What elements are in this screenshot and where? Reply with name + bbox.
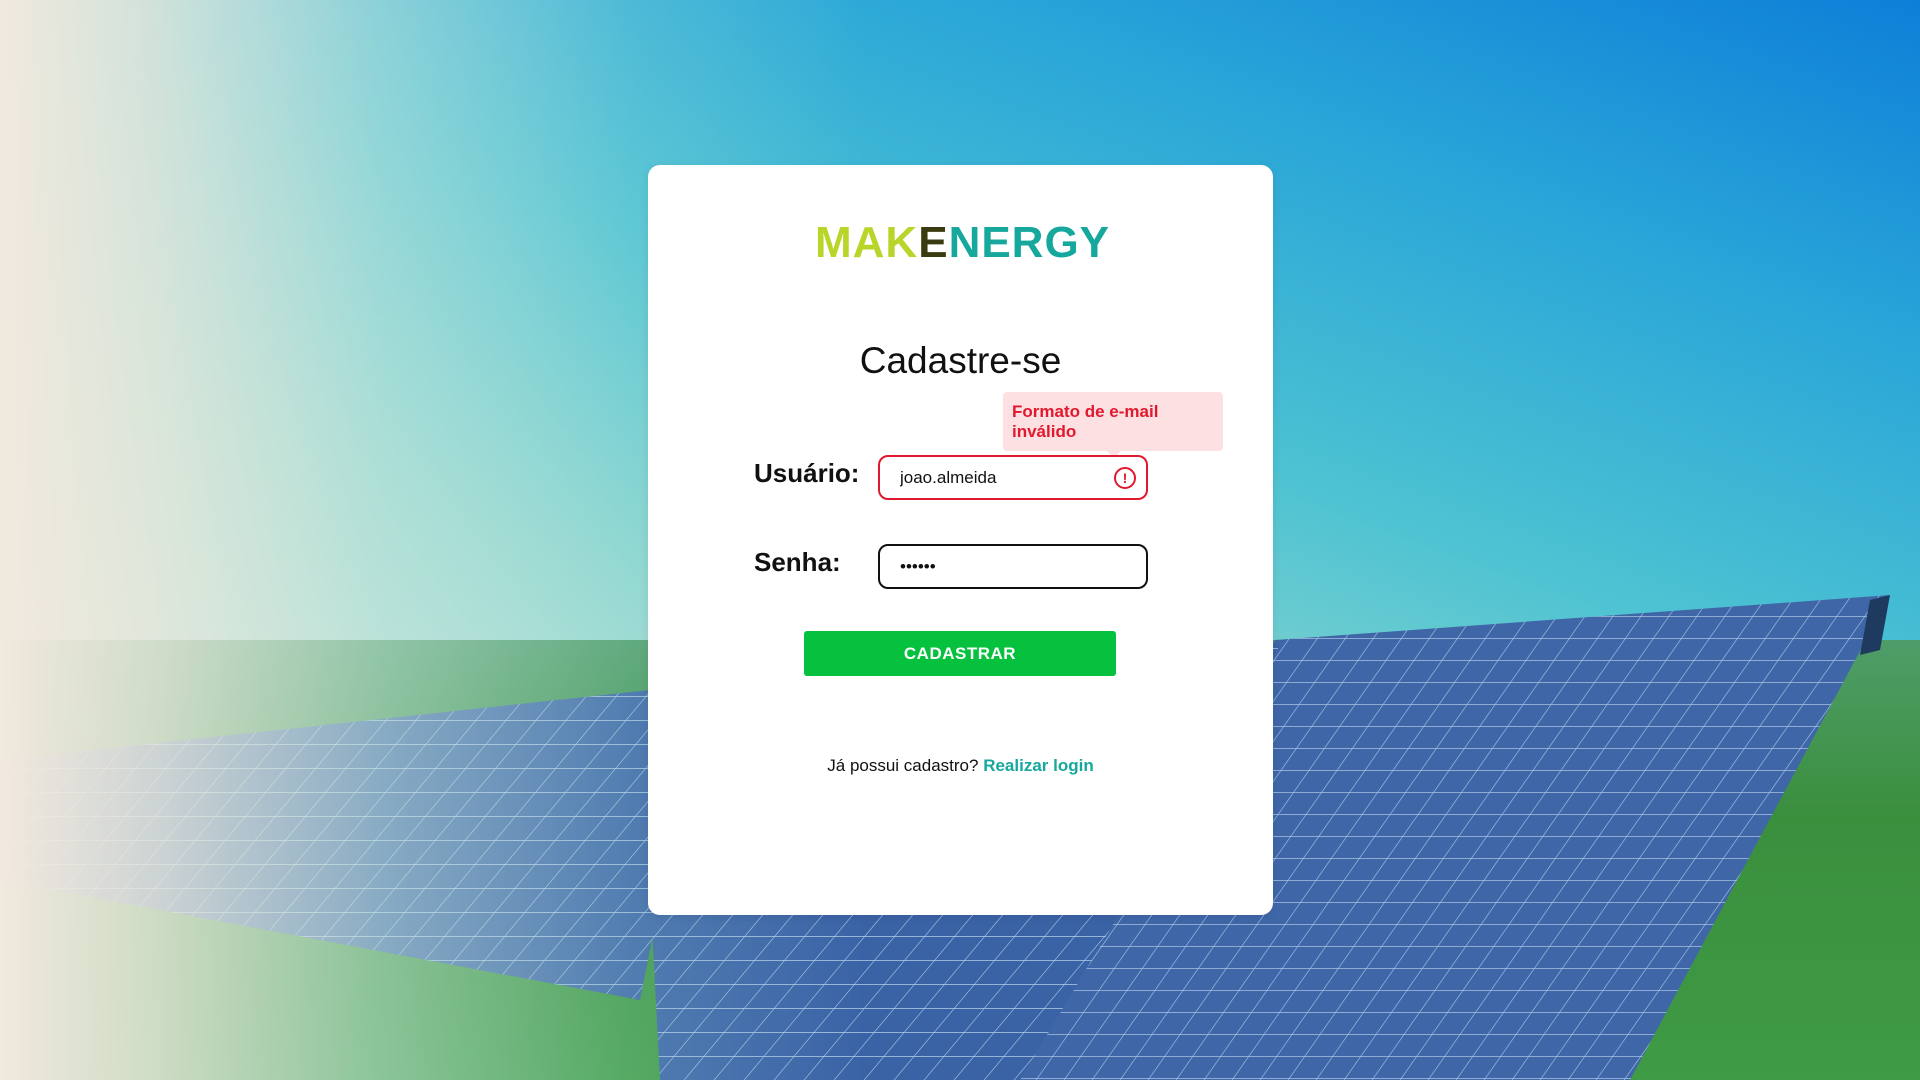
password-field-wrapper	[878, 544, 1148, 589]
username-label: Usuário:	[754, 458, 860, 488]
signup-card: MAKENERGY Cadastre-se Formato de e-mail …	[648, 165, 1273, 915]
logo-part-nergy: NERGY	[948, 218, 1111, 267]
login-link[interactable]: Realizar login	[983, 756, 1094, 775]
signup-submit-button[interactable]: CADASTRAR	[804, 631, 1116, 676]
makenergy-logo: MAKENERGY	[815, 217, 1109, 269]
password-label: Senha:	[754, 547, 841, 577]
username-input[interactable]	[900, 457, 1100, 498]
username-field-wrapper: !	[878, 455, 1148, 500]
email-error-tooltip: Formato de e-mail inválido	[1003, 392, 1223, 458]
login-prompt: Já possui cadastro? Realizar login	[648, 756, 1273, 776]
logo-part-mak: MAK	[815, 218, 919, 267]
logo-part-e: E	[918, 218, 949, 267]
page-title: Cadastre-se	[859, 340, 1062, 381]
login-prompt-text: Já possui cadastro?	[827, 756, 984, 775]
error-alert-icon: !	[1114, 467, 1136, 489]
password-input[interactable]	[900, 546, 1100, 587]
